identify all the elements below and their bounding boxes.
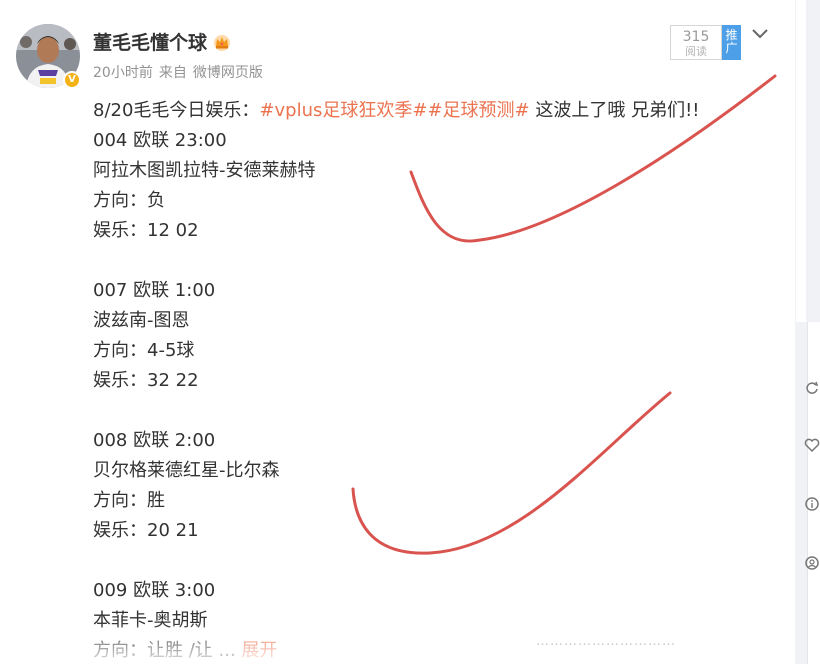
match-direction: 方向：负 [93,190,165,211]
read-label: 阅读 [685,45,707,58]
match-direction-row: 方向：让胜 /让 ... 展开 [93,636,783,664]
match-header: 007 欧联 1:00 [93,280,216,301]
promote-button[interactable]: 推广 [722,25,741,60]
post-content: 8/20毛毛今日娱乐：#vplus足球狂欢季##足球预测# 这波上了哦 兄弟们!… [93,96,783,664]
weibo-post-card: V 董毛毛懂个球 20小时前 来自 微博网页版 315 阅读 推广 8/20毛毛… [0,0,795,664]
bottom-dots: ………………………… [536,634,676,649]
read-count-box: 315 阅读 [670,25,722,60]
post-meta: 20小时前 来自 微博网页版 [93,62,263,82]
match-direction: 方向：胜 [93,490,165,511]
hashtag-prediction[interactable]: #足球预测# [427,100,529,121]
post-source[interactable]: 微博网页版 [193,62,263,82]
match-teams: 波兹南-图恩 [93,310,190,331]
expand-link[interactable]: 展开 [241,640,277,661]
chevron-down-icon[interactable] [750,26,770,42]
intro-line: 8/20毛毛今日娱乐：#vplus足球狂欢季##足球预测# 这波上了哦 兄弟们!… [93,96,783,126]
match-teams: 阿拉木图凯拉特-安德莱赫特 [93,160,316,181]
match-fun: 娱乐：20 21 [93,520,199,541]
verified-badge-icon: V [63,71,81,89]
match-direction: 方向：让胜 /让 ... [93,640,236,661]
info-icon[interactable] [804,496,820,512]
post-time[interactable]: 20小时前 [93,62,153,82]
match-teams: 本菲卡-奥胡斯 [93,610,208,631]
intro-tail: 这波上了哦 兄弟们!! [529,100,700,121]
match-fun: 娱乐：32 22 [93,370,199,391]
username-row: 董毛毛懂个球 [93,28,233,55]
match-header: 004 欧联 23:00 [93,130,227,151]
intro-text: 8/20毛毛今日娱乐： [93,100,260,121]
person-icon[interactable] [804,555,820,571]
refresh-icon[interactable] [804,380,820,396]
match-header: 008 欧联 2:00 [93,430,216,451]
heart-icon[interactable] [804,437,820,453]
right-toolbar [807,322,820,664]
scrollbar-thumb[interactable] [796,0,806,322]
match-teams: 贝尔格莱德红星-比尔森 [93,460,280,481]
crown-icon[interactable] [211,32,233,52]
match-fun: 娱乐：12 02 [93,220,199,241]
username-link[interactable]: 董毛毛懂个球 [93,28,207,55]
read-count: 315 [682,29,710,45]
match-header: 009 欧联 3:00 [93,580,216,601]
match-direction: 方向：4-5球 [93,340,195,361]
hashtag-vplus[interactable]: #vplus足球狂欢季# [259,100,427,121]
source-prefix: 来自 [158,65,187,81]
